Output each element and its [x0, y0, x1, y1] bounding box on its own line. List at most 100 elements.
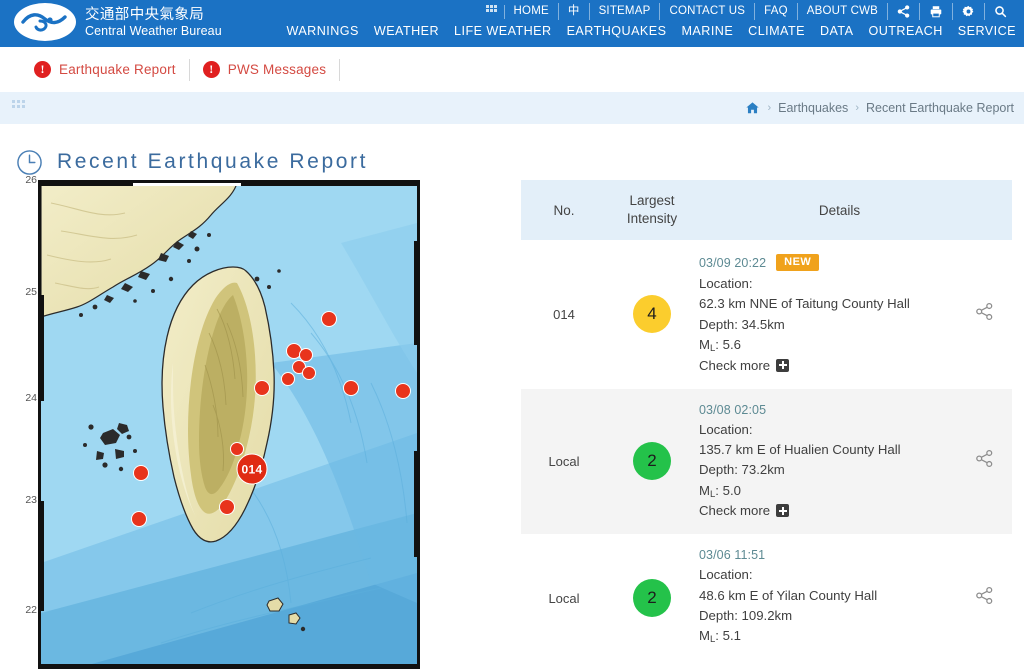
share-icon[interactable]: [975, 302, 994, 326]
cwb-wave-logo-icon: [14, 3, 76, 41]
row-intensity: 2: [607, 442, 697, 481]
brand-logo-block[interactable]: 交通部中央氣象局 Central Weather Bureau: [14, 3, 222, 41]
alert-divider: [339, 58, 341, 81]
map-marker[interactable]: [131, 511, 147, 527]
breadcrumb-separator: ›: [855, 102, 859, 114]
earthquake-map[interactable]: 26 25 24 23 22 014: [16, 174, 420, 669]
intensity-badge: 4: [633, 295, 671, 334]
plus-icon: [776, 358, 790, 372]
share-icon[interactable]: [975, 449, 994, 473]
map-marker[interactable]: [281, 372, 295, 386]
nav-item-earthquakes[interactable]: EARTHQUAKES: [567, 24, 667, 38]
map-marker[interactable]: [321, 311, 337, 327]
nav-item-life-weather[interactable]: LIFE WEATHER: [454, 24, 552, 38]
column-header-details: Details: [818, 202, 861, 218]
row-number: Local: [548, 453, 580, 469]
nav-item-outreach[interactable]: OUTREACH: [869, 24, 943, 38]
map-marker[interactable]: [230, 442, 244, 456]
table-header-row: No. Largest Intensity Details: [521, 180, 1012, 240]
row-datetime-line: 03/06 11:51: [699, 548, 1012, 562]
nav-item-warnings[interactable]: WARNINGS: [286, 24, 358, 38]
row-number: 014: [553, 306, 575, 322]
row-location-value: 135.7 km E of Hualien County Hall: [699, 441, 901, 457]
row-number: Local: [548, 590, 580, 606]
check-more-label: Check more: [699, 357, 771, 373]
alert-link-earthquake-report[interactable]: ! Earthquake Report: [34, 61, 189, 78]
nav-item-marine[interactable]: MARINE: [681, 24, 733, 38]
site-header: 交通部中央氣象局 Central Weather Bureau HOME 中 S…: [0, 0, 1024, 47]
breadcrumb-separator: ›: [767, 102, 772, 114]
table-row[interactable]: 014 4 03/09 20:22 NEW Location: 62.3 km …: [521, 240, 1012, 389]
intensity-badge: 2: [633, 579, 671, 618]
check-more-label: Check more: [699, 503, 771, 519]
nav-item-service[interactable]: SERVICE: [958, 24, 1016, 38]
row-details: 03/09 20:22 NEW Location: 62.3 km NNE of…: [697, 240, 1012, 389]
table-row[interactable]: Local 2 03/08 02:05 Location: 135.7 km E…: [521, 388, 1012, 535]
lat-tick-24: 24: [25, 392, 37, 404]
print-icon[interactable]: [920, 3, 953, 20]
gear-icon[interactable]: [953, 3, 985, 20]
row-location-label: Location:: [699, 421, 753, 437]
nav-item-climate[interactable]: CLIMATE: [748, 24, 805, 38]
map-marker-selected[interactable]: 014: [236, 453, 268, 485]
row-location-value: 48.6 km E of Yilan County Hall: [699, 587, 878, 603]
row-intensity: 4: [607, 295, 697, 334]
home-icon[interactable]: [745, 101, 760, 115]
alert-label-earthquake-report: Earthquake Report: [59, 62, 176, 77]
nav-item-weather[interactable]: WEATHER: [374, 24, 439, 38]
row-magnitude: ML: 5.0: [699, 482, 741, 500]
row-details: 03/08 02:05 Location: 135.7 km E of Hual…: [697, 389, 1012, 535]
intensity-badge: 2: [633, 442, 671, 481]
share-icon[interactable]: [975, 586, 994, 610]
grid-dots-icon[interactable]: [483, 4, 505, 19]
util-nav-contact-us[interactable]: CONTACT US: [660, 3, 756, 20]
alert-link-pws-messages[interactable]: ! PWS Messages: [202, 61, 339, 78]
page-title-text: Recent Earthquake Report: [57, 150, 369, 173]
row-depth: Depth: 73.2km: [699, 462, 785, 478]
map-marker[interactable]: [133, 465, 149, 481]
row-location-label: Location:: [699, 276, 753, 291]
lat-tick-26: 26: [25, 174, 37, 186]
map-graphic: [41, 183, 417, 667]
row-depth: Depth: 34.5km: [699, 316, 785, 332]
breadcrumb-bar: › Earthquakes › Recent Earthquake Report: [0, 92, 1024, 124]
util-nav-sitemap[interactable]: SITEMAP: [590, 3, 661, 20]
column-header-intensity-line2: Intensity: [626, 211, 678, 226]
lat-tick-23: 23: [25, 494, 37, 506]
lat-tick-25: 25: [25, 286, 37, 298]
brand-title-cn: 交通部中央氣象局: [85, 7, 205, 24]
row-depth: Depth: 109.2km: [699, 607, 793, 623]
map-frame: 014: [38, 180, 420, 669]
map-marker[interactable]: [302, 366, 316, 380]
utility-nav: HOME 中 SITEMAP CONTACT US FAQ ABOUT CWB: [483, 0, 1016, 23]
row-magnitude: ML: 5.1: [699, 628, 741, 646]
map-marker[interactable]: [343, 380, 359, 396]
column-header-intensity-line1: Largest: [629, 192, 675, 208]
main-nav: WARNINGS WEATHER LIFE WEATHER EARTHQUAKE…: [286, 24, 1016, 38]
row-datetime-line: 03/09 20:22 NEW: [699, 254, 1012, 271]
search-icon[interactable]: [985, 3, 1016, 20]
check-more-link[interactable]: Check more: [699, 503, 790, 519]
map-marker[interactable]: [254, 380, 270, 396]
breadcrumb: › Earthquakes › Recent Earthquake Report: [745, 101, 1014, 115]
map-marker[interactable]: [395, 383, 411, 399]
util-nav-about-cwb[interactable]: ABOUT CWB: [798, 3, 888, 20]
row-intensity: 2: [607, 579, 697, 618]
new-badge: NEW: [776, 254, 820, 271]
table-row[interactable]: Local 2 03/06 11:51 Location: 48.6 km E …: [521, 534, 1012, 662]
row-datetime-line: 03/08 02:05: [699, 403, 1012, 417]
breadcrumb-item-recent-earthquake-report: Recent Earthquake Report: [865, 101, 1014, 115]
grid-dots-icon[interactable]: [12, 100, 25, 108]
row-location-value: 62.3 km NNE of Taitung County Hall: [699, 296, 910, 312]
clock-icon: [16, 149, 43, 176]
util-nav-home[interactable]: HOME: [505, 3, 559, 20]
alert-label-pws-messages: PWS Messages: [227, 62, 327, 77]
share-icon[interactable]: [888, 3, 920, 20]
map-marker[interactable]: [219, 499, 235, 515]
alert-bar: ! Earthquake Report ! PWS Messages: [0, 47, 1024, 92]
breadcrumb-item-earthquakes[interactable]: Earthquakes: [778, 101, 848, 115]
check-more-link[interactable]: Check more: [699, 357, 790, 373]
util-nav-faq[interactable]: FAQ: [755, 3, 798, 20]
util-nav-chinese[interactable]: 中: [559, 3, 590, 20]
nav-item-data[interactable]: DATA: [820, 24, 854, 38]
